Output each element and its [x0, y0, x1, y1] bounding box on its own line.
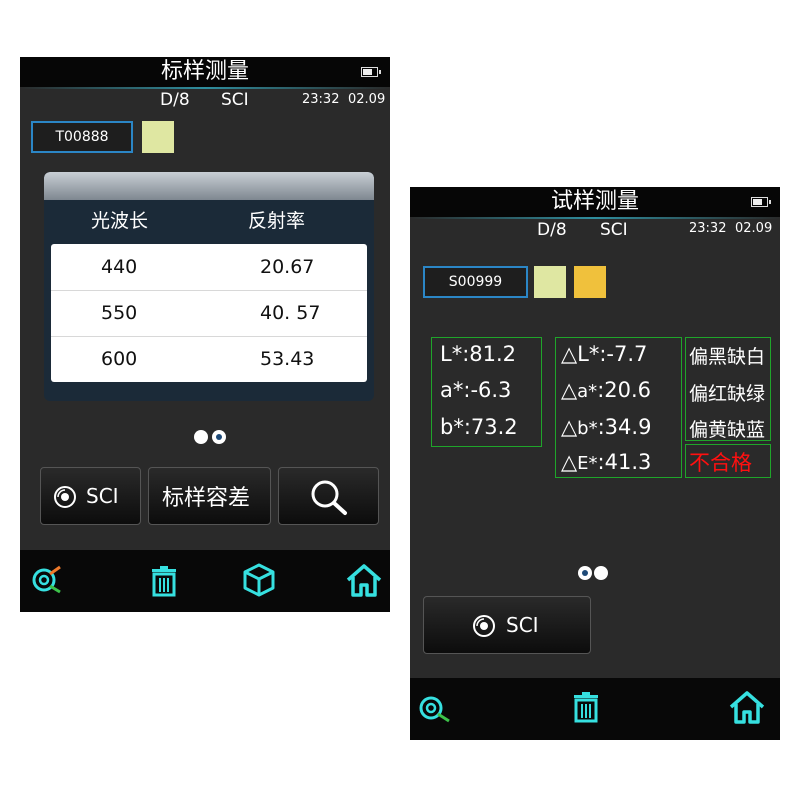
sci-button-label: SCI [86, 484, 119, 508]
tolerance-button-label: 标样容差 [162, 486, 251, 511]
target-icon[interactable] [32, 564, 66, 594]
deviation-l: 偏黑缺白 [689, 346, 766, 368]
lens-icon [54, 486, 76, 508]
delta-symbol: △ [561, 378, 578, 402]
b-value: b*:73.2 [440, 415, 518, 439]
clock-time: 23:32 [302, 92, 340, 107]
delta-symbol: △ [561, 450, 578, 474]
column-header-reflectance: 反射率 [248, 210, 306, 232]
clock-time: 23:32 [689, 221, 727, 236]
deviation-b: 偏黄缺蓝 [689, 419, 766, 441]
title-divider [20, 87, 390, 89]
delta-e-value: △E*:41.3 [561, 450, 651, 474]
cube-icon[interactable] [242, 562, 276, 598]
delta-l-value: △L*:-7.7 [561, 342, 647, 366]
battery-icon [751, 197, 771, 207]
screen-title: 试样测量 [550, 189, 639, 214]
l-value: L*:81.2 [440, 342, 517, 366]
reflectance-cell: 53.43 [260, 348, 315, 370]
result-status: 不合格 [689, 451, 752, 475]
tolerance-button[interactable]: 标样容差 [148, 467, 271, 525]
sample-color-swatch [574, 266, 606, 298]
deviation-a: 偏红缺绿 [689, 383, 766, 405]
trash-icon[interactable] [571, 691, 601, 723]
trash-icon[interactable] [149, 565, 179, 597]
sample-measurement-screen: 试样测量 D/8 SCI 23:32 02.09 S00999 L*:81.2 … [410, 187, 780, 740]
clock-date: 02.09 [735, 221, 773, 236]
reflectance-cell: 40. 57 [260, 302, 321, 324]
delta-b-value: △b*:34.9 [561, 415, 651, 439]
mode-label: SCI [221, 90, 249, 110]
spectral-table-panel: 光波长 反射率 440 20.67 550 40. 57 600 53.43 [44, 172, 374, 401]
search-icon [311, 480, 347, 515]
sample-id-field[interactable]: S00999 [423, 266, 528, 298]
page-dot[interactable] [594, 566, 608, 580]
title-bar: 标样测量 [20, 57, 390, 87]
delta-l-number: :-7.7 [599, 342, 648, 366]
battery-icon [361, 67, 381, 77]
page-dot-active[interactable] [212, 430, 226, 444]
screen-title: 标样测量 [160, 59, 249, 84]
home-icon[interactable] [728, 689, 766, 725]
sci-button-label: SCI [506, 613, 539, 637]
lens-icon [473, 615, 495, 637]
delta-l-name: L* [577, 342, 600, 366]
wavelength-cell: 600 [101, 348, 138, 370]
table-row[interactable]: 440 20.67 [51, 244, 367, 291]
clock-date: 02.09 [348, 92, 386, 107]
panel-header-bar [44, 172, 374, 200]
column-header-wavelength: 光波长 [91, 210, 149, 232]
standard-color-swatch [534, 266, 566, 298]
sample-id-field[interactable]: T00888 [31, 121, 133, 153]
standard-measurement-screen: 标样测量 D/8 SCI 23:32 02.09 T00888 光波长 反射率 … [20, 57, 390, 612]
spectral-table-body[interactable]: 440 20.67 550 40. 57 600 53.43 [51, 244, 367, 382]
table-row[interactable]: 550 40. 57 [51, 290, 367, 337]
bottom-toolbar [410, 678, 780, 740]
mode-label: SCI [600, 220, 628, 240]
color-swatch [142, 121, 174, 153]
delta-b-name: b* [577, 418, 598, 439]
delta-e-name: E* [577, 453, 598, 474]
home-icon[interactable] [345, 562, 383, 598]
wavelength-cell: 440 [101, 256, 138, 278]
wavelength-cell: 550 [101, 302, 138, 324]
page-dot-active[interactable] [578, 566, 592, 580]
title-bar: 试样测量 [410, 187, 780, 217]
delta-a-value: △a*:20.6 [561, 378, 651, 402]
delta-a-number: :20.6 [597, 378, 652, 402]
geometry-label: D/8 [160, 90, 190, 110]
table-row[interactable]: 600 53.43 [51, 336, 367, 382]
delta-symbol: △ [561, 342, 578, 366]
target-icon[interactable] [419, 694, 453, 724]
search-button[interactable] [278, 467, 379, 525]
bottom-toolbar [20, 550, 390, 612]
a-value: a*:-6.3 [440, 378, 512, 402]
delta-a-name: a* [577, 381, 598, 402]
page-dot[interactable] [194, 430, 208, 444]
delta-e-number: :41.3 [597, 450, 652, 474]
title-divider [410, 217, 780, 219]
reflectance-cell: 20.67 [260, 256, 315, 278]
sci-button[interactable]: SCI [40, 467, 141, 525]
sci-button[interactable]: SCI [423, 596, 591, 654]
delta-symbol: △ [561, 415, 578, 439]
geometry-label: D/8 [537, 220, 567, 240]
delta-b-number: :34.9 [597, 415, 652, 439]
